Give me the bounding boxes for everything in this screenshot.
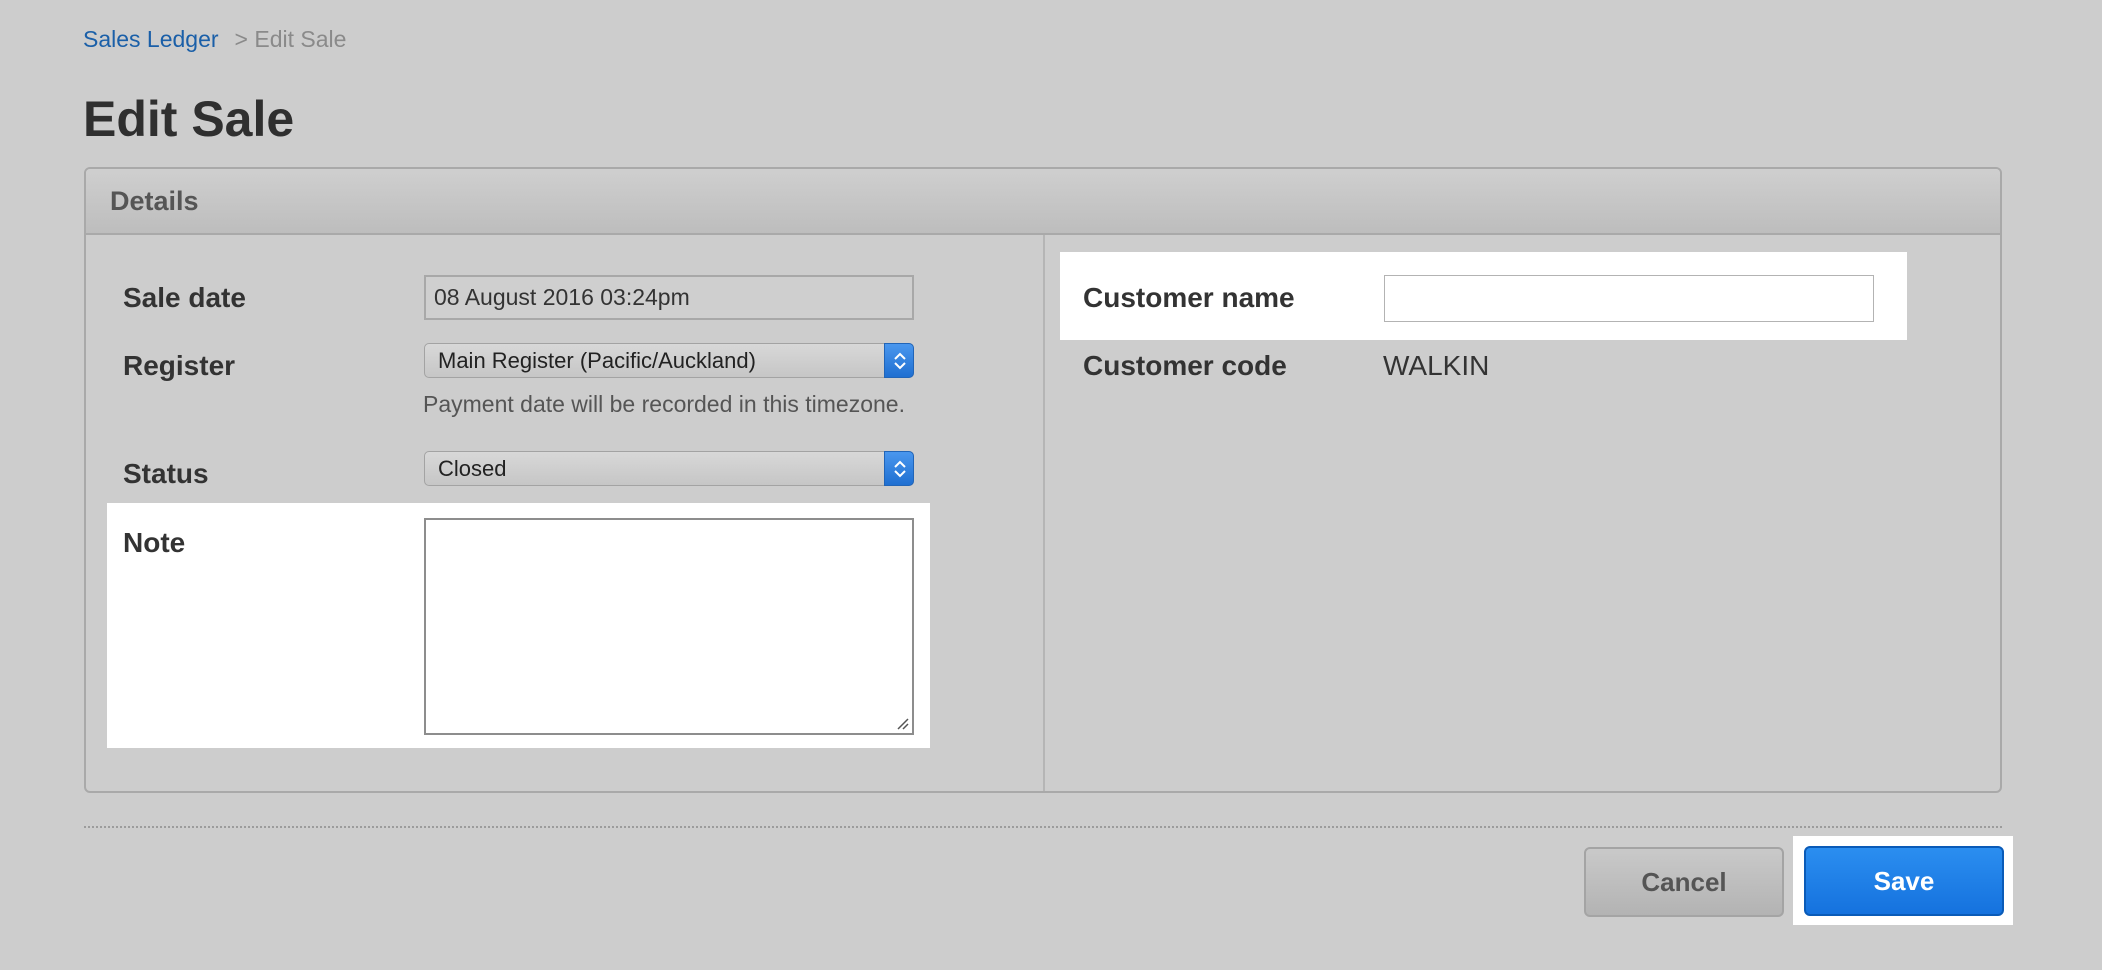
panel-header: Details [86,169,2000,235]
register-timezone-hint: Payment date will be recorded in this ti… [423,391,905,417]
footer-divider [84,826,2002,828]
sale-date-field[interactable]: 08 August 2016 03:24pm [424,275,914,320]
resize-grip-icon[interactable] [896,717,910,731]
status-select[interactable]: Closed [424,451,914,486]
chevron-up-down-icon [884,343,914,378]
customer-name-label: Customer name [1083,282,1295,313]
customer-name-input[interactable] [1384,275,1874,322]
column-divider [1043,235,1045,791]
save-button[interactable]: Save [1804,846,2004,916]
status-label: Status [123,458,209,489]
breadcrumb: Sales Ledger > Edit Sale [83,26,346,53]
note-textarea[interactable] [424,518,914,735]
cancel-button[interactable]: Cancel [1584,847,1784,917]
customer-code-label: Customer code [1083,350,1287,381]
page-title: Edit Sale [83,91,295,147]
register-select-value: Main Register (Pacific/Auckland) [438,348,756,373]
note-label: Note [123,527,186,558]
breadcrumb-current: > Edit Sale [234,26,347,52]
register-select[interactable]: Main Register (Pacific/Auckland) [424,343,914,378]
customer-code-value: WALKIN [1383,350,1490,381]
sale-date-label: Sale date [123,282,246,313]
register-label: Register [123,350,236,381]
status-select-value: Closed [438,456,507,481]
chevron-up-down-icon [884,451,914,486]
breadcrumb-sales-ledger-link[interactable]: Sales Ledger [83,26,219,52]
